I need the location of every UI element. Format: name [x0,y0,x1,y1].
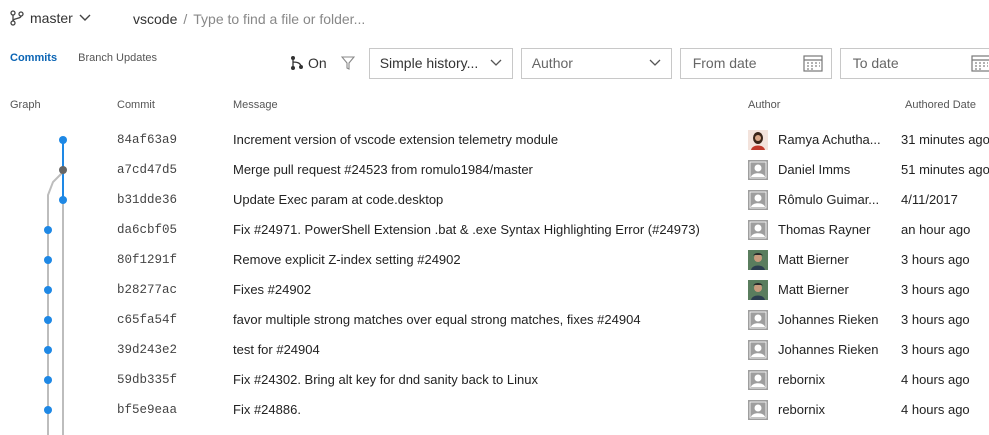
branch-icon [10,10,24,26]
path-separator: / [183,11,188,27]
commit-sha-link[interactable]: da6cbf05 [117,223,177,237]
graph-toggle[interactable]: On [290,55,327,71]
commit-row[interactable]: 59db335f Fix #24302. Bring alt key for dn… [0,365,989,395]
commit-row[interactable]: 80f1291f Remove explicit Z-index setting … [0,245,989,275]
author-avatar [748,280,768,300]
commit-message[interactable]: Fix #24971. PowerShell Extension .bat & … [233,222,700,237]
commit-author: Johannes Rieken [778,342,879,357]
author-avatar [748,220,768,240]
commit-row[interactable]: 39d243e2 test for #24904 Johannes Rieken 3 … [0,335,989,365]
tab-branch-updates[interactable]: Branch Updates [78,52,157,64]
path-breadcrumb: vscode / Type to find a file or folder... [133,11,365,27]
chevron-down-icon [649,59,661,66]
commit-sha-link[interactable]: b31dde36 [117,193,177,207]
author-avatar [748,250,768,270]
commit-date: an hour ago [901,222,971,237]
commit-date: 3 hours ago [901,342,970,357]
author-dropdown[interactable]: Author [520,47,672,79]
commit-sha-link[interactable]: 39d243e2 [117,343,177,357]
commit-date: 4/11/2017 [901,192,958,207]
commit-author: Rômulo Guimar... [778,192,880,207]
commit-message[interactable]: Fix #24886. [233,402,301,417]
commit-row[interactable]: b28277ac Fixes #24902 Matt Bierner 3 hours … [0,275,989,305]
column-header-author: Author [748,99,781,111]
commit-author: rebornix [778,402,825,417]
branch-selector[interactable]: master [10,10,91,26]
commit-row[interactable]: bf5e9eaa Fix #24886. rebornix 4 hours ago [0,395,989,425]
commit-author: Matt Bierner [778,282,849,297]
author-avatar [748,310,768,330]
chevron-down-icon [79,14,91,21]
top-bar: master vscode / Type to find a file or fol… [0,0,989,40]
commit-message[interactable]: favor multiple strong matches over equal… [233,312,641,327]
tab-commits[interactable]: Commits [10,52,57,64]
sub-tabs: Commits Branch Updates [10,52,175,64]
commit-message[interactable]: Remove explicit Z-index setting #24902 [233,252,461,267]
commit-date: 4 hours ago [901,402,970,417]
calendar-icon[interactable] [803,54,823,72]
commit-author: Ramya Achutha... [778,132,881,147]
author-filter-value: Author [531,55,573,71]
commit-message[interactable]: test for #24904 [233,342,320,357]
commit-date: 3 hours ago [901,312,970,327]
commit-date: 3 hours ago [901,252,970,267]
commit-author: Johannes Rieken [778,312,879,327]
author-avatar [748,160,768,180]
commit-date: 31 minutes ago [901,132,989,147]
filter-bar: On Simple history... Author From date To… [290,47,989,79]
column-header-graph: Graph [10,99,41,111]
to-date-placeholder: To date [852,55,899,71]
filter-icon[interactable] [340,55,355,71]
history-mode-dropdown[interactable]: Simple history... [368,47,513,79]
chevron-down-icon [490,59,502,66]
graph-toggle-icon [291,56,303,70]
commit-date: 3 hours ago [901,282,970,297]
history-mode-value: Simple history... [379,55,479,71]
branch-name: master [30,10,73,26]
commit-sha-link[interactable]: c65fa54f [117,313,177,327]
commit-sha-link[interactable]: b28277ac [117,283,177,297]
column-header-authored-date[interactable]: Authored Date [905,99,976,111]
commit-date: 4 hours ago [901,372,970,387]
commit-sha-link[interactable]: 80f1291f [117,253,177,267]
commit-row[interactable]: a7cd47d5 Merge pull request #24523 from r… [0,155,989,185]
commit-author: rebornix [778,372,825,387]
commit-author: Daniel Imms [778,162,851,177]
author-avatar [748,370,768,390]
column-header-commit: Commit [117,99,155,111]
from-date-input[interactable]: From date [679,47,832,79]
author-avatar [748,400,768,420]
file-search-input[interactable]: Type to find a file or folder... [193,11,365,27]
commit-row[interactable]: da6cbf05 Fix #24971. PowerShell Extension… [0,215,989,245]
author-avatar [748,190,768,210]
commit-message[interactable]: Fixes #24902 [233,282,311,297]
commit-sha-link[interactable]: a7cd47d5 [117,163,177,177]
commit-author: Matt Bierner [778,252,849,267]
to-date-input[interactable]: To date [839,47,989,79]
graph-toggle-label: On [308,55,327,71]
commit-row[interactable]: c65fa54f favor multiple strong matches ov… [0,305,989,335]
commit-message[interactable]: Increment version of vscode extension te… [233,132,558,147]
author-avatar [748,130,768,150]
commit-author: Thomas Rayner [778,222,871,237]
author-avatar [748,340,768,360]
commit-date: 51 minutes ago [901,162,989,177]
commit-sha-link[interactable]: 84af63a9 [117,133,177,147]
commit-row[interactable]: 84af63a9 Increment version of vscode exte… [0,125,989,155]
repo-name[interactable]: vscode [133,11,177,27]
commit-message[interactable]: Merge pull request #24523 from romulo198… [233,162,533,177]
commit-message[interactable]: Fix #24302. Bring alt key for dnd sanity… [233,372,538,387]
column-header-message: Message [233,99,278,111]
commit-sha-link[interactable]: bf5e9eaa [117,403,177,417]
from-date-placeholder: From date [692,55,757,71]
commit-row[interactable]: b31dde36 Update Exec param at code.deskto… [0,185,989,215]
commit-sha-link[interactable]: 59db335f [117,373,177,387]
commit-message[interactable]: Update Exec param at code.desktop [233,192,443,207]
calendar-icon[interactable] [971,54,989,72]
